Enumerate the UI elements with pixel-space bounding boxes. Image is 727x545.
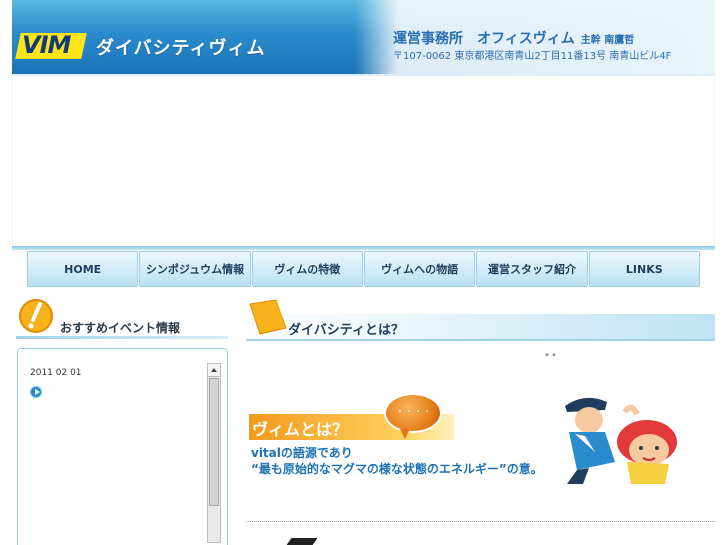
vim-description-line1: vitalの語源であり <box>251 446 353 460</box>
speech-bubble-icon: ・・・・ <box>384 393 442 439</box>
nav-symposium[interactable]: シンポジュウム情報 <box>139 251 251 287</box>
brand-name: ダイバシティヴィム <box>96 38 266 59</box>
vim-description-line2: “最も原始的なマグマの様な状態のエネルギー”の意。 <box>251 462 543 476</box>
event-date: 2011 02 01 <box>30 368 82 378</box>
office-address: 〒107-0062 東京都港区南青山2丁目11番13号 南青山ビル4F <box>393 51 672 62</box>
site-header: VIM ダイバシティヴィム 運営事務所 オフィスヴィム 主幹 南鷹哲 〒107-0… <box>12 0 715 76</box>
site-logo[interactable]: VIM <box>22 31 71 59</box>
nav-features[interactable]: ヴィムの特徴 <box>251 251 363 287</box>
what-is-vim-heading: ヴィムとは？ <box>252 420 349 439</box>
office-label: 運営事務所 オフィスヴィム <box>393 31 575 47</box>
scroll-thumb[interactable] <box>209 378 219 506</box>
banner-divider <box>12 246 715 250</box>
play-arrow-icon[interactable] <box>30 386 42 398</box>
main-banner-area <box>12 78 715 248</box>
recommended-events-underline <box>16 336 228 339</box>
recommended-events-title: おすすめイベント情報 <box>60 321 181 335</box>
main-nav: HOME シンポジュウム情報 ヴィムの特徴 ヴィムへの物語 運営スタッフ紹介 L… <box>27 251 700 288</box>
nav-home[interactable]: HOME <box>27 251 139 287</box>
folded-note-icon <box>249 299 287 335</box>
nav-story[interactable]: ヴィムへの物語 <box>363 251 476 287</box>
bubble-dots: ・・・・ <box>396 407 432 416</box>
scroll-up-arrow-icon[interactable] <box>208 364 220 377</box>
event-list-scrollbar[interactable] <box>207 363 221 543</box>
office-chief: 主幹 南鷹哲 <box>580 35 635 46</box>
quote-marks: " " <box>545 353 557 363</box>
event-list-box: 2011 02 01 <box>17 348 228 545</box>
nav-links[interactable]: LINKS <box>588 251 700 287</box>
next-section-icon <box>284 538 318 545</box>
nav-staff[interactable]: 運営スタッフ紹介 <box>476 251 588 287</box>
people-illustration <box>565 397 677 484</box>
about-diversity-title: ダイバシティとは？ <box>288 323 404 338</box>
exclamation-icon <box>19 299 53 333</box>
office-info: 運営事務所 オフィスヴィム 主幹 南鷹哲 <box>393 28 634 48</box>
about-title-underline <box>246 339 715 341</box>
section-divider <box>246 521 715 522</box>
